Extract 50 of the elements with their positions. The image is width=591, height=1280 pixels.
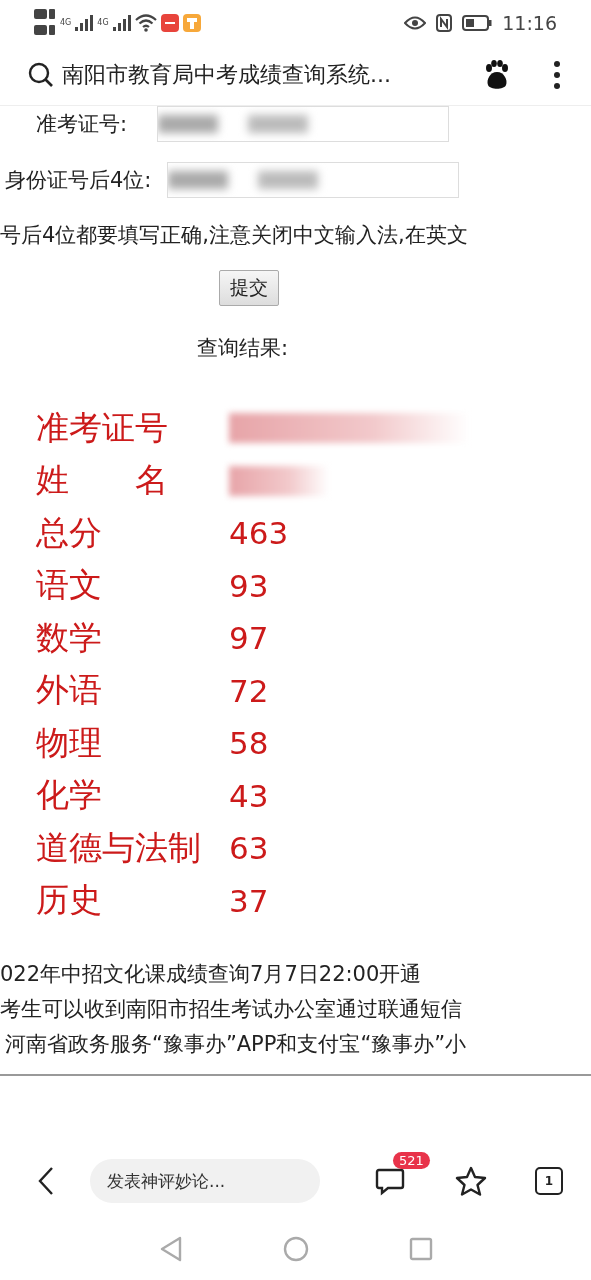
comment-field[interactable]: 发表神评妙论... (90, 1159, 320, 1203)
result-label: 外语 (36, 669, 103, 712)
nfc-icon (436, 13, 453, 32)
result-label: 数学 (36, 616, 103, 659)
app-icon (182, 13, 201, 32)
notice-text: 号后4位都要填写正确,注意关闭中文输入法,在英文 (0, 222, 469, 249)
clock-time: 11:16 (502, 11, 557, 34)
score-value: 72 (229, 672, 269, 709)
app-icon (160, 13, 179, 32)
result-label: 物理 (36, 721, 103, 764)
score-value: 93 (229, 567, 269, 604)
input-field[interactable] (157, 106, 450, 142)
score-value: 63 (229, 830, 269, 867)
score-value: 43 (229, 777, 269, 814)
score-value: 37 (229, 882, 269, 919)
back-icon[interactable] (38, 1166, 54, 1196)
result-label: 化学 (36, 774, 103, 817)
more-menu-icon[interactable] (553, 60, 561, 90)
signal-icon (75, 14, 94, 31)
field-label: 身份证号后4位: (5, 167, 152, 194)
search-icon[interactable] (28, 62, 54, 88)
count-badge: 521 (393, 1152, 430, 1169)
result-label: 历史 (36, 879, 103, 922)
submit-button[interactable]: 提交 (219, 270, 279, 306)
comment-icon[interactable] (375, 1166, 405, 1196)
score-value: 97 (229, 620, 269, 657)
result-label: 姓 名 (36, 459, 169, 502)
star-icon[interactable] (455, 1166, 487, 1196)
page-title[interactable]: 南阳市教育局中考成绩查询系统... (62, 60, 475, 90)
tab-count-button[interactable]: 1 (535, 1167, 563, 1195)
score-value: 463 (229, 515, 289, 552)
field-label: 准考证号: (36, 111, 128, 138)
result-label: 总分 (36, 511, 103, 554)
info-text: 考生可以收到南阳市招生考试办公室通过联通短信 (0, 996, 463, 1023)
info-text: 河南省政务服务“豫事办”APP和支付宝“豫事办”小 (4, 1031, 468, 1058)
info-text: 022年中招文化课成绩查询7月7日22:00开通 (0, 961, 423, 988)
paw-icon[interactable] (483, 60, 511, 90)
input-field[interactable] (167, 162, 460, 198)
network-label: 4G (60, 17, 72, 27)
eye-icon (404, 15, 427, 30)
network-label: 4G (97, 17, 109, 27)
result-label: 准考证号 (36, 406, 169, 449)
result-label: 语文 (36, 564, 103, 607)
signal-icon (112, 14, 131, 31)
score-value: 58 (229, 725, 269, 762)
battery-icon (462, 14, 493, 31)
result-label: 道德与法制 (36, 826, 202, 869)
dual-sim-icon (34, 7, 56, 38)
results-heading: 查询结果: (196, 335, 290, 362)
wifi-icon (134, 13, 157, 32)
